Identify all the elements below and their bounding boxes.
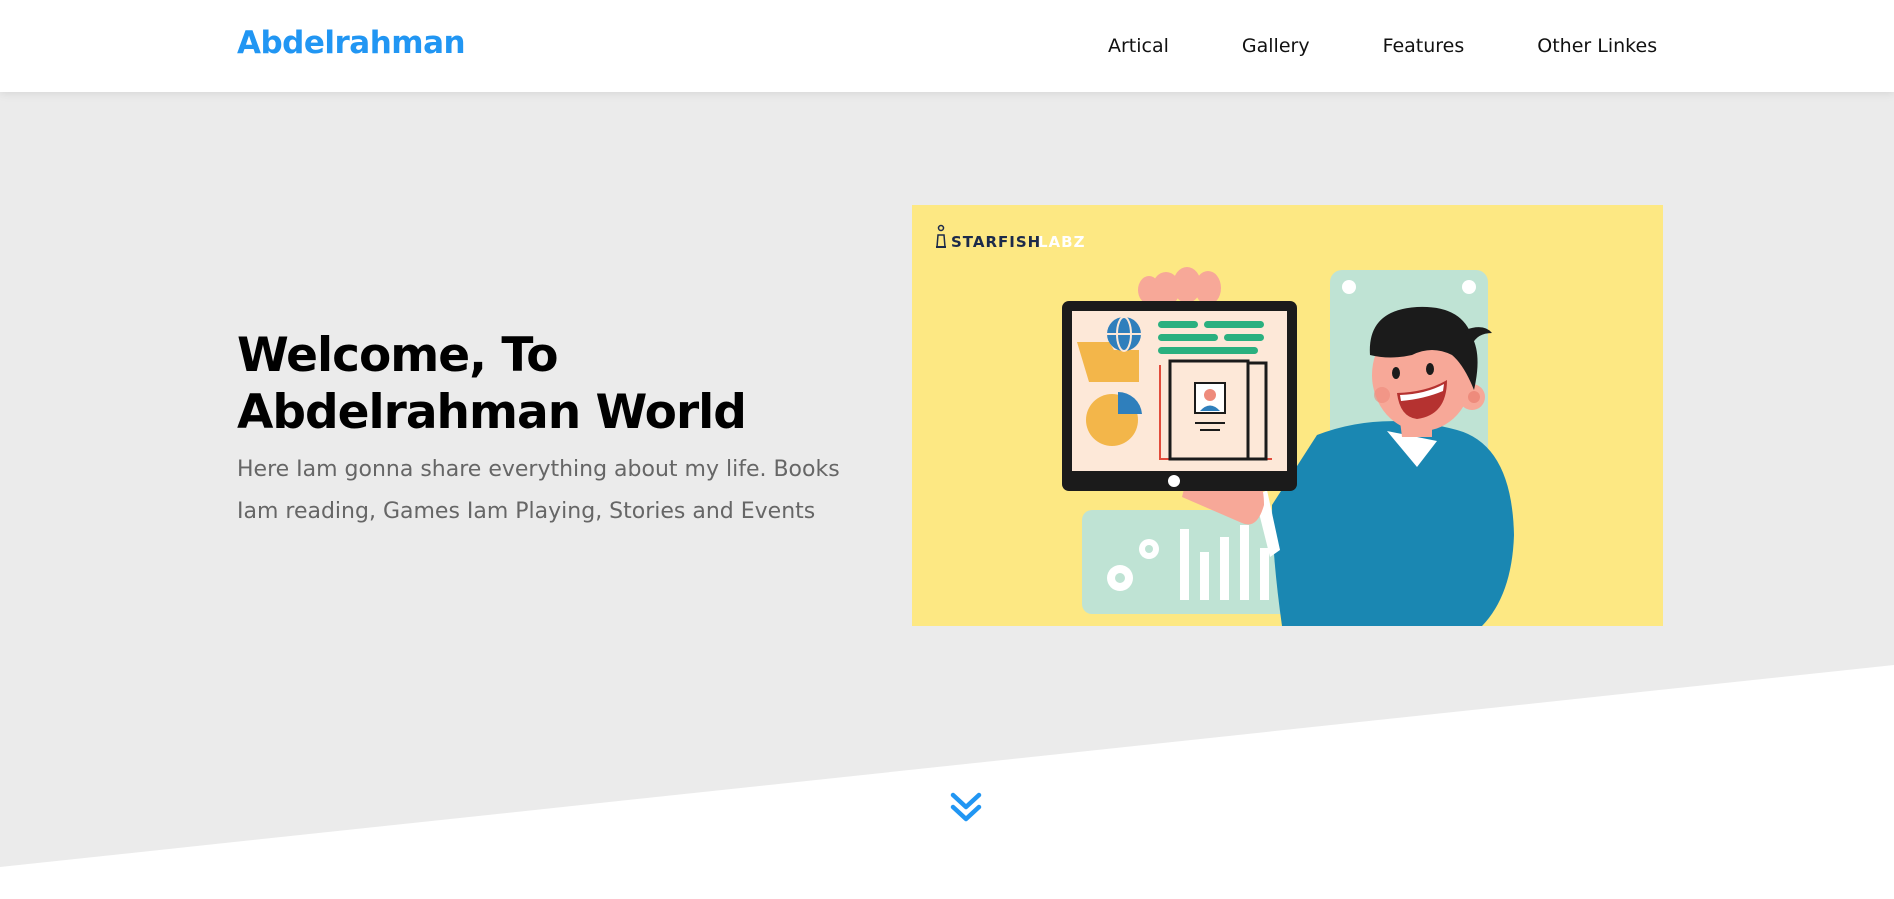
profile-card-icon (1168, 359, 1268, 461)
nav-link-artical[interactable]: Artical (1108, 35, 1169, 57)
brand-name: STARFISH (951, 233, 1041, 251)
chevrons-down-icon (950, 792, 982, 822)
nav-link-gallery[interactable]: Gallery (1242, 35, 1310, 57)
brand-suffix: LABZ (1038, 233, 1085, 251)
chess-piece-icon (936, 224, 946, 248)
go-down-button[interactable] (948, 790, 984, 826)
hero-illustration: STARFISH LABZ (912, 205, 1663, 626)
nav-link-features[interactable]: Features (1383, 35, 1465, 57)
intro-title: Welcome, To Abdelrahman World (237, 328, 747, 440)
tablet-illustration (1062, 301, 1297, 491)
main-nav: Artical Gallery Features Other Linkes (1108, 0, 1730, 92)
brand-logo: STARFISH LABZ (936, 224, 1085, 251)
nav-link-other-links[interactable]: Other Linkes (1537, 35, 1657, 57)
site-header: Abdelrahman Artical Gallery Features Oth… (0, 0, 1894, 92)
globe-icon (1107, 316, 1141, 352)
intro-text: Here Iam gonna share everything about my… (237, 457, 840, 524)
site-logo[interactable]: Abdelrahman (237, 25, 466, 61)
text-lines (1158, 321, 1264, 354)
